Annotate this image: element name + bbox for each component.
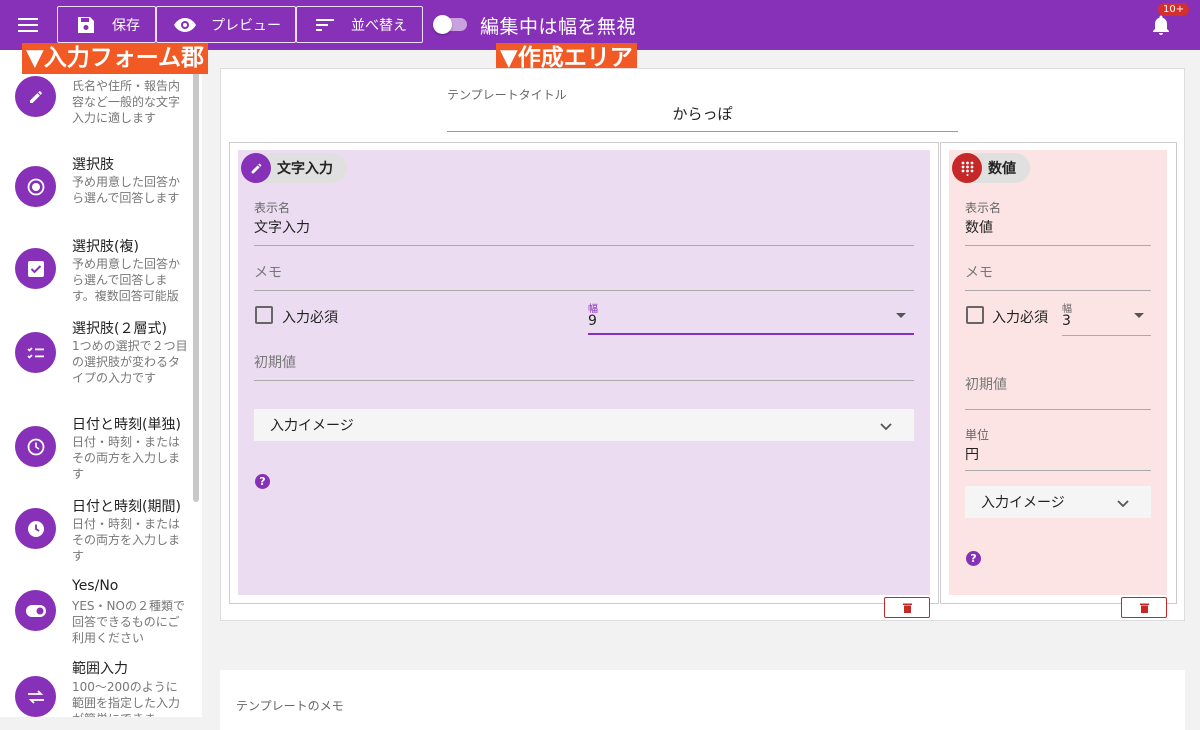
required-checkbox[interactable] [255,306,273,324]
eye-icon [173,13,197,37]
palette-item-desc: 日付・時刻・またはその両方を入力します [72,435,181,481]
checklist-icon [15,332,56,373]
width-select[interactable]: 9 [588,313,597,329]
checkbox-icon [15,248,56,289]
radio-icon [15,166,56,207]
palette-item-desc: 日付・時刻・またはその両方を入力します [72,517,181,563]
form-input-palette: 氏名や住所・報告内容など一般的な文字入力に適します 選択肢 予め用意した回答から… [0,50,202,717]
input-preview-label: 入力イメージ [270,418,354,434]
default-value-underline [254,380,914,381]
hamburger-menu-icon[interactable] [10,9,46,41]
chip-label: 文字入力 [277,161,333,177]
default-value-underline [965,409,1151,410]
bell-icon[interactable] [1149,13,1173,37]
ignore-width-toggle[interactable] [433,15,469,34]
sort-label: 並べ替え [351,17,407,34]
width-underline [1062,335,1151,336]
pencil-icon [241,153,271,183]
palette-item-title: 選択肢(複) [72,239,139,255]
palette-item-desc: 予め用意した回答から選んで回答します [72,175,181,205]
required-label: 入力必須 [282,310,338,326]
sort-button[interactable]: 並べ替え [296,6,423,43]
width-underline [588,333,914,335]
display-name-input[interactable]: 数値 [965,217,993,237]
palette-item-desc: 氏名や住所・報告内容など一般的な文字入力に適します [72,79,181,125]
display-name-input[interactable]: 文字入力 [254,217,310,237]
chevron-down-icon[interactable] [896,313,906,318]
template-title-underline [447,131,958,132]
save-label: 保存 [112,17,140,34]
memo-underline [965,290,1151,291]
display-name-label: 表示名 [254,201,291,215]
swap-icon [15,676,56,717]
chevron-down-icon [880,419,892,435]
memo-underline [254,290,914,291]
palette-item-title: 選択肢 [72,157,114,173]
input-preview-expander[interactable]: 入力イメージ [254,409,914,441]
dialpad-icon [952,153,982,183]
template-title-label: テンプレートタイトル [447,88,567,102]
palette-item-desc: 1つめの選択で２つ目の選択肢が変わるタイプの入力です [72,339,188,385]
number-input-chip: 数値 [952,153,1030,183]
clock-outline-icon [15,426,56,467]
clock-filled-icon [15,508,56,549]
preview-button[interactable]: プレビュー [156,6,296,43]
help-icon[interactable]: ? [255,474,270,489]
display-name-underline [965,245,1151,246]
toggle-icon [15,590,56,631]
unit-underline [965,470,1151,471]
palette-item-title: 選択肢(２層式) [72,321,167,337]
pencil-icon [15,76,56,117]
required-checkbox[interactable] [966,306,984,324]
text-input-chip: 文字入力 [241,153,347,183]
memo-input[interactable]: メモ [965,262,993,282]
palette-item-title: Yes/No [72,578,119,594]
display-name-underline [254,245,914,246]
template-memo-label: テンプレートのメモ [236,699,344,713]
palette-item-title: 範囲入力 [72,661,128,677]
default-value-input[interactable]: 初期値 [965,374,1007,394]
sidebar-scrollbar[interactable] [193,52,199,502]
required-label: 入力必須 [992,310,1048,326]
template-memo-panel [220,670,1185,730]
input-preview-label: 入力イメージ [981,495,1065,511]
chevron-down-icon[interactable] [1134,313,1144,318]
palette-item-title: 日付と時刻(単独) [72,417,181,433]
save-button[interactable]: 保存 [57,6,156,43]
input-preview-expander[interactable]: 入力イメージ [965,486,1151,518]
toggle-knob [433,15,452,34]
palette-item-desc: 100〜200のように範囲を指定した入力が簡単にできま [72,680,181,717]
sort-icon [313,13,337,37]
notification-badge: 10+ [1158,3,1190,16]
preview-label: プレビュー [211,17,281,34]
display-name-label: 表示名 [965,201,1002,215]
default-value-input[interactable]: 初期値 [254,352,296,372]
memo-input[interactable]: メモ [254,262,282,282]
chip-label: 数値 [988,161,1016,177]
template-title-input[interactable]: からっぽ [447,103,958,124]
ignore-width-label: 編集中は幅を無視 [480,16,637,38]
delete-button[interactable] [1121,597,1167,618]
annotation-input-forms: ▼入力フォーム郡 [22,43,208,74]
trash-icon [902,603,912,613]
palette-item-desc: YES・NOの２種類で回答できるものにご利用ください [72,599,185,645]
width-select[interactable]: 3 [1062,313,1071,329]
unit-input[interactable]: 円 [965,444,979,464]
text-input-card[interactable] [238,150,930,595]
unit-label: 単位 [965,428,990,442]
trash-icon [1139,603,1149,613]
palette-item-title: 日付と時刻(期間) [72,499,181,515]
chevron-down-icon [1117,496,1129,512]
help-icon[interactable]: ? [966,551,981,566]
delete-button[interactable] [884,597,930,618]
palette-item-desc: 予め用意した回答から選んで回答します。複数回答可能版 [72,257,181,303]
save-icon [74,13,98,37]
